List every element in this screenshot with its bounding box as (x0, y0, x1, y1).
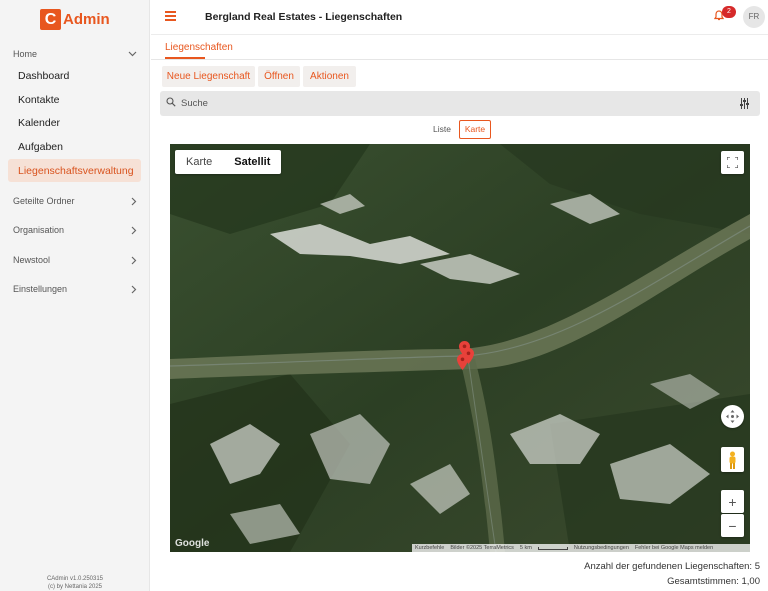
avatar[interactable]: FR (743, 6, 765, 28)
pegman-icon (729, 451, 736, 469)
fullscreen-icon (727, 157, 738, 168)
copyright-label: (c) by Nettania 2025 (47, 584, 103, 590)
sidebar-item-label: Liegenschaftsverwaltung (18, 165, 134, 177)
logo-text: Admin (63, 11, 110, 28)
sidebar-item-label: Newstool (13, 255, 51, 265)
sidebar-item-home[interactable]: Home (13, 46, 137, 62)
actions-button[interactable]: Aktionen (303, 66, 356, 87)
map-attribution-bar: Kurzbefehle Bilder ©2025 TerraMetrics 5 … (412, 544, 750, 552)
view-map-toggle[interactable]: Karte (459, 120, 491, 139)
sidebar-item-einstellungen[interactable]: Einstellungen (13, 281, 137, 297)
chevron-right-icon (131, 256, 137, 264)
sidebar-item-aufgaben[interactable]: Aufgaben (18, 141, 63, 153)
scale-bar (537, 546, 568, 550)
search-input[interactable]: Suche (181, 98, 208, 109)
chevron-right-icon (131, 226, 137, 234)
report-error-link[interactable]: Fehler bei Google Maps melden (635, 545, 713, 551)
fullscreen-button[interactable] (721, 151, 744, 174)
imagery-credit: Bilder ©2025 TerraMetrics (450, 545, 514, 551)
keyboard-shortcuts-link[interactable]: Kurzbefehle (415, 545, 444, 551)
view-list-toggle[interactable]: Liste (433, 124, 451, 134)
zoom-out-button[interactable]: − (721, 514, 744, 537)
camera-control-button[interactable] (721, 405, 744, 428)
total-votes: Gesamtstimmen: 1,00 (667, 576, 760, 587)
map-type-map-button[interactable]: Karte (175, 150, 223, 174)
top-header: Bergland Real Estates - Liegenschaften 2… (151, 0, 768, 35)
sidebar-item-organisation[interactable]: Organisation (13, 222, 137, 238)
sidebar-item-label: Einstellungen (13, 284, 68, 294)
sidebar-item-geteilte-ordner[interactable]: Geteilte Ordner (13, 193, 137, 209)
sidebar-item-kalender[interactable]: Kalender (18, 117, 60, 129)
chevron-down-icon (128, 51, 137, 57)
move-arrows-icon (726, 410, 739, 423)
scale-label[interactable]: 5 km (520, 545, 532, 551)
app-logo[interactable]: C Admin (40, 9, 110, 30)
chevron-right-icon (131, 285, 137, 293)
sidebar-item-label: Organisation (13, 225, 65, 235)
open-button[interactable]: Öffnen (258, 66, 300, 87)
sidebar: C Admin Home Dashboard Kontakte Kalender… (0, 0, 150, 591)
zoom-in-button[interactable]: + (721, 490, 744, 513)
logo-mark: C (40, 9, 61, 30)
notification-badge: 2 (722, 6, 736, 18)
sidebar-item-newstool[interactable]: Newstool (13, 252, 137, 268)
terms-link[interactable]: Nutzungsbedingungen (574, 545, 629, 551)
page-title: Bergland Real Estates - Liegenschaften (205, 11, 403, 23)
map-type-satellite-button[interactable]: Satellit (223, 150, 281, 174)
google-logo: Google (175, 538, 210, 549)
filter-sliders-icon[interactable] (740, 98, 749, 109)
tab-liegenschaften[interactable]: Liegenschaften (165, 42, 233, 53)
new-property-button[interactable]: Neue Liegenschaft (162, 66, 255, 87)
search-icon (166, 97, 176, 107)
sidebar-item-kontakte[interactable]: Kontakte (18, 94, 59, 106)
map-type-switch: Karte Satellit (175, 150, 282, 174)
sidebar-item-label: Home (13, 49, 38, 59)
map-view[interactable]: Karte Satellit + − Google Kurzbefehle Bi… (170, 144, 750, 552)
search-bar[interactable]: Suche (160, 91, 760, 116)
property-marker-icon[interactable] (457, 354, 468, 370)
version-label: CAdmin v1.0.250315 (46, 576, 104, 582)
hamburger-menu-icon[interactable] (165, 11, 176, 21)
street-view-button[interactable] (721, 447, 744, 472)
found-count: Anzahl der gefundenen Liegenschaften: 5 (584, 561, 760, 572)
divider (151, 59, 768, 60)
chevron-right-icon (131, 197, 137, 205)
sidebar-item-dashboard[interactable]: Dashboard (18, 70, 69, 82)
sidebar-item-label: Geteilte Ordner (13, 196, 75, 206)
